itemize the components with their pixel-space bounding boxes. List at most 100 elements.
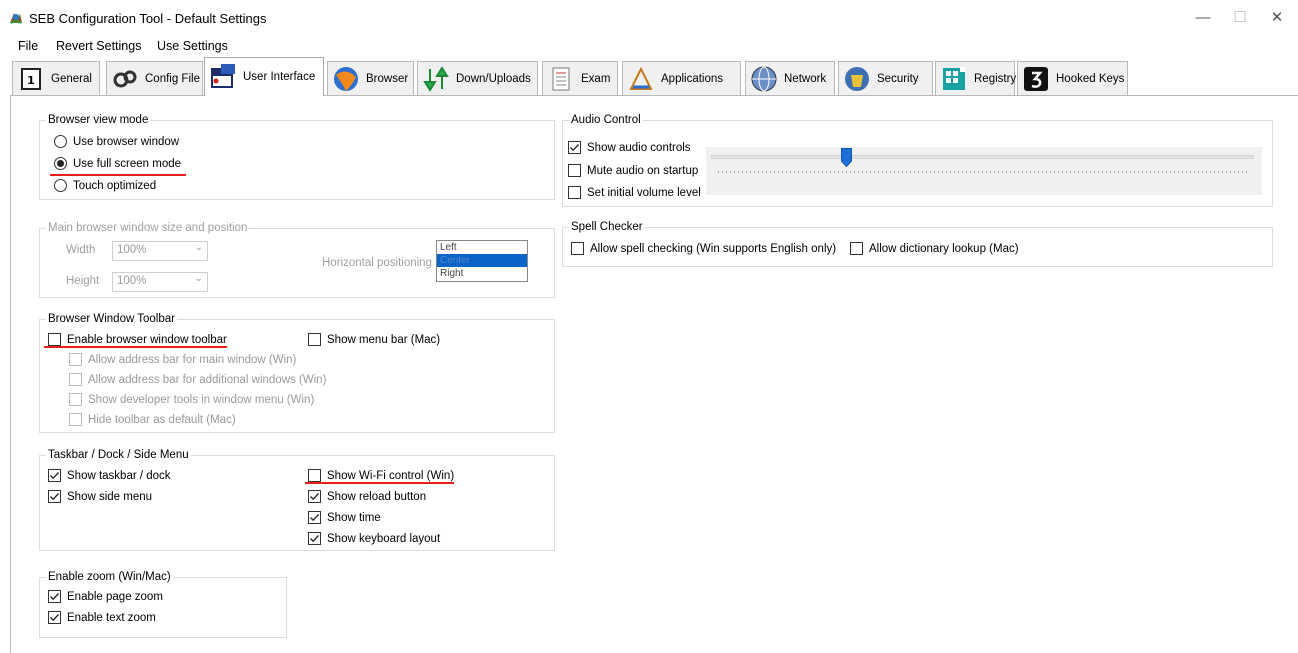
radio-use-full-screen-mode[interactable]: Use full screen mode (54, 157, 181, 170)
tab-strip: 1 General Config File User Interface Bro… (10, 57, 1298, 96)
tab-label: Applications (661, 72, 724, 85)
checkbox-box[interactable] (308, 511, 321, 524)
checkbox-allow-dictionary-lookup[interactable]: Allow dictionary lookup (Mac) (850, 242, 1019, 255)
tab-applications[interactable]: Applications (622, 61, 741, 95)
checkbox-label: Hide toolbar as default (Mac) (88, 413, 236, 426)
checkbox-box[interactable] (568, 141, 581, 154)
window-title: SEB Configuration Tool - Default Setting… (29, 11, 267, 26)
checkbox-box[interactable] (48, 469, 61, 482)
tab-config-file[interactable]: Config File (106, 61, 203, 95)
checkbox-box[interactable] (69, 353, 82, 366)
checkbox-box[interactable] (69, 373, 82, 386)
checkbox-box[interactable] (568, 186, 581, 199)
tab-security[interactable]: Security (838, 61, 933, 95)
checkbox-box[interactable] (850, 242, 863, 255)
checkbox-label: Mute audio on startup (587, 164, 699, 177)
menu-file[interactable]: File (18, 39, 38, 53)
checkbox-box[interactable] (69, 393, 82, 406)
checkbox-box[interactable] (308, 469, 321, 482)
checkbox-label: Enable browser window toolbar (67, 333, 227, 346)
radio-use-browser-window[interactable]: Use browser window (54, 135, 179, 148)
tab-registry[interactable]: Registry (935, 61, 1016, 95)
checkbox-allow-spell-checking[interactable]: Allow spell checking (Win supports Engli… (571, 242, 836, 255)
checkbox-box[interactable] (571, 242, 584, 255)
checkbox-enable-browser-window-toolbar[interactable]: Enable browser window toolbar (48, 333, 227, 346)
checkbox-show-taskbar-dock[interactable]: Show taskbar / dock (48, 469, 171, 482)
menu-bar: File Revert Settings Use Settings (0, 36, 1298, 56)
checkbox-address-bar-additional[interactable]: Allow address bar for additional windows… (69, 373, 326, 386)
checkbox-mute-audio-on-startup[interactable]: Mute audio on startup (568, 164, 698, 177)
registry-icon (940, 65, 968, 93)
horizontal-positioning-list[interactable]: Left Center Right (436, 240, 528, 282)
menu-revert-settings[interactable]: Revert Settings (56, 39, 141, 53)
checkbox-label: Set initial volume level (587, 186, 701, 199)
checkbox-box[interactable] (48, 590, 61, 603)
checkbox-hide-toolbar[interactable]: Hide toolbar as default (Mac) (69, 413, 236, 426)
checkbox-box[interactable] (308, 532, 321, 545)
checkbox-show-side-menu[interactable]: Show side menu (48, 490, 152, 503)
slider-ticks (718, 171, 1250, 173)
close-button[interactable]: ✕ (1262, 6, 1292, 30)
group-title: Enable zoom (Win/Mac) (46, 571, 173, 583)
width-combo[interactable]: 100% ⌄ (112, 241, 208, 261)
tab-general[interactable]: 1 General (12, 61, 100, 95)
spell-checker-group: Spell Checker Allow spell checking (Win … (562, 221, 1273, 267)
checkbox-box[interactable] (48, 611, 61, 624)
checkbox-enable-page-zoom[interactable]: Enable page zoom (48, 590, 163, 603)
radio-touch-optimized[interactable]: Touch optimized (54, 179, 156, 192)
checkbox-show-reload-button[interactable]: Show reload button (308, 490, 426, 503)
checkbox-developer-tools[interactable]: Show developer tools in window menu (Win… (69, 393, 314, 406)
hooked-keys-icon (1022, 65, 1050, 93)
tab-browser[interactable]: Browser (327, 61, 414, 95)
radio-circle[interactable] (54, 179, 67, 192)
menu-use-settings[interactable]: Use Settings (157, 39, 228, 53)
height-combo[interactable]: 100% ⌄ (112, 272, 208, 292)
checkbox-label: Show keyboard layout (327, 532, 441, 545)
tab-label: Network (784, 72, 827, 85)
checkbox-address-bar-main[interactable]: Allow address bar for main window (Win) (69, 353, 296, 366)
list-item-selected[interactable]: Center (437, 254, 527, 267)
checkbox-label: Allow dictionary lookup (Mac) (869, 242, 1019, 255)
slider-thumb[interactable] (841, 148, 853, 168)
checkbox-show-menu-bar[interactable]: Show menu bar (Mac) (308, 333, 440, 346)
down-uploads-icon (422, 65, 450, 93)
checkbox-label: Enable text zoom (67, 611, 156, 624)
tab-hooked-keys[interactable]: Hooked Keys (1017, 61, 1128, 95)
checkbox-box[interactable] (568, 164, 581, 177)
list-item[interactable]: Right (437, 267, 527, 280)
tab-label: Config File (145, 72, 200, 85)
checkbox-enable-text-zoom[interactable]: Enable text zoom (48, 611, 156, 624)
tab-exam[interactable]: Exam (542, 61, 618, 95)
group-title: Audio Control (569, 114, 643, 126)
radio-circle[interactable] (54, 157, 67, 170)
general-icon: 1 (17, 65, 45, 93)
highlight-underline (305, 482, 454, 484)
radio-selected-dot (57, 160, 64, 167)
checkbox-show-wifi-control[interactable]: Show Wi-Fi control (Win) (308, 469, 454, 482)
browser-view-mode-group: Browser view mode Use browser window Use… (39, 114, 555, 200)
checkbox-box[interactable] (308, 490, 321, 503)
checkbox-show-keyboard-layout[interactable]: Show keyboard layout (308, 532, 440, 545)
tab-user-interface[interactable]: User Interface (204, 57, 324, 96)
minimize-button[interactable]: — (1188, 6, 1218, 30)
browser-icon (332, 65, 360, 93)
checkbox-box[interactable] (69, 413, 82, 426)
tab-down-uploads[interactable]: Down/Uploads (417, 61, 538, 95)
config-file-icon (111, 65, 139, 93)
radio-circle[interactable] (54, 135, 67, 148)
checkbox-box[interactable] (48, 333, 61, 346)
checkbox-show-audio-controls[interactable]: Show audio controls (568, 141, 691, 154)
checkbox-show-time[interactable]: Show time (308, 511, 381, 524)
checkbox-label: Show menu bar (Mac) (327, 333, 441, 346)
checkbox-label: Show audio controls (587, 141, 691, 154)
checkbox-set-initial-volume[interactable]: Set initial volume level (568, 186, 701, 199)
list-item[interactable]: Left (437, 241, 527, 254)
width-label: Width (66, 244, 96, 256)
checkbox-box[interactable] (308, 333, 321, 346)
maximize-button[interactable]: ☐ (1225, 6, 1255, 30)
title-bar: SEB Configuration Tool - Default Setting… (0, 0, 1298, 36)
chevron-down-icon: ⌄ (194, 273, 203, 284)
tab-network[interactable]: Network (745, 61, 835, 95)
checkbox-box[interactable] (48, 490, 61, 503)
volume-slider[interactable] (706, 147, 1262, 195)
